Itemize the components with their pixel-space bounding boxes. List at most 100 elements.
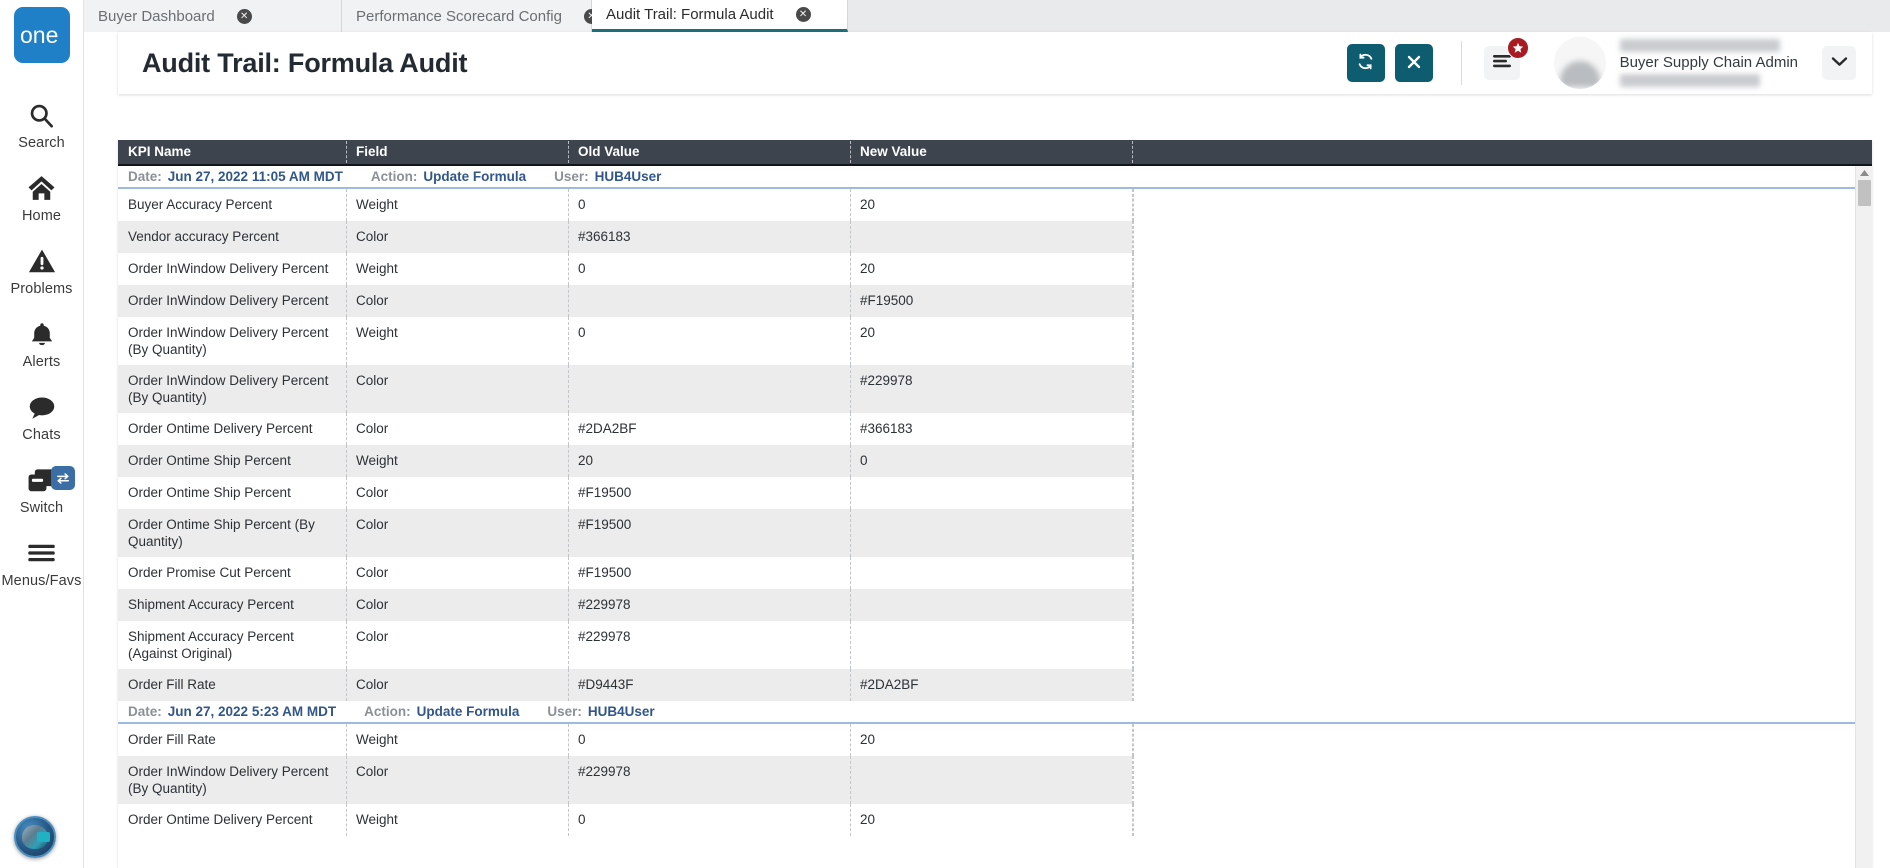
user-menu-dropdown-button[interactable] <box>1822 46 1856 80</box>
close-page-button[interactable] <box>1394 44 1433 82</box>
tab-label: Performance Scorecard Config <box>356 7 562 25</box>
tab-audit-trail-formula-audit[interactable]: Audit Trail: Formula Audit ✕ <box>592 0 848 32</box>
tab-buyer-dashboard[interactable]: Buyer Dashboard ✕ <box>84 0 342 32</box>
cell-new-value: 20 <box>850 804 1132 836</box>
table-row[interactable]: Vendor accuracy Percent Color #366183 <box>118 221 1872 253</box>
refresh-button[interactable] <box>1346 44 1385 82</box>
table-row[interactable]: Order InWindow Delivery Percent (By Quan… <box>118 756 1872 804</box>
browser-tab-strip: Buyer Dashboard ✕ Performance Scorecard … <box>84 0 1890 32</box>
sidebar-item-home[interactable]: Home <box>0 160 83 233</box>
cell-extra <box>1132 445 1872 477</box>
user-info-block[interactable]: Buyer Supply Chain Admin <box>1619 37 1798 89</box>
cell-extra <box>1132 317 1872 365</box>
sidebar-item-chats[interactable]: Chats <box>0 379 83 452</box>
cell-field: Weight <box>346 804 568 836</box>
sidebar-item-search[interactable]: Search <box>0 87 83 160</box>
cell-extra <box>1132 804 1872 836</box>
cell-kpi-name: Order Ontime Delivery Percent <box>128 812 313 827</box>
ai-assistant-orb-icon[interactable] <box>14 816 56 858</box>
table-row[interactable]: Order Ontime Delivery Percent Weight 0 20 <box>118 804 1872 836</box>
user-name-redacted <box>1619 39 1780 52</box>
table-row[interactable]: Order Fill Rate Color #D9443F #2DA2BF <box>118 669 1872 701</box>
close-circle-icon[interactable]: ✕ <box>236 8 252 24</box>
refresh-icon <box>1356 52 1375 74</box>
table-row[interactable]: Order InWindow Delivery Percent (By Quan… <box>118 365 1872 413</box>
table-row[interactable]: Order InWindow Delivery Percent Color #F19… <box>118 285 1872 317</box>
sidebar-label-alerts: Alerts <box>22 354 61 370</box>
column-header-new-value[interactable]: New Value <box>850 140 1132 165</box>
cell-extra <box>1132 189 1872 221</box>
sidebar-label-home: Home <box>21 208 62 224</box>
cell-extra <box>1132 253 1872 285</box>
table-row[interactable]: Shipment Accuracy Percent (Against Origi… <box>118 621 1872 669</box>
cell-extra <box>1132 589 1872 621</box>
cell-extra <box>1132 413 1872 445</box>
cell-field: Color <box>346 285 568 317</box>
table-row[interactable]: Shipment Accuracy Percent Color #229978 <box>118 589 1872 621</box>
cell-new-value: 0 <box>850 445 1132 477</box>
avatar[interactable] <box>1553 37 1606 89</box>
sidebar-nav-list: Search Home Problems Alerts Chats Switch… <box>0 87 83 598</box>
cell-extra <box>1132 621 1872 669</box>
cell-extra <box>1132 509 1872 557</box>
table-row[interactable]: Order Ontime Ship Percent Color #F19500 <box>118 477 1872 509</box>
table-row[interactable]: Order Promise Cut Percent Color #F19500 <box>118 557 1872 589</box>
cell-kpi-name: Order Fill Rate <box>128 732 216 747</box>
column-header-extra[interactable] <box>1132 140 1872 165</box>
cell-field: Color <box>346 589 568 621</box>
cell-kpi-name: Buyer Accuracy Percent <box>128 197 273 212</box>
table-row[interactable]: Order InWindow Delivery Percent (By Quan… <box>118 317 1872 365</box>
action-label: Action: <box>364 704 411 719</box>
table-row[interactable]: Order Ontime Ship Percent (By Quantity) C… <box>118 509 1872 557</box>
scroll-thumb[interactable] <box>1858 180 1871 206</box>
one-network-logo[interactable]: one <box>13 7 70 63</box>
cell-kpi-name: Order InWindow Delivery Percent <box>128 293 329 308</box>
user-label: User: <box>554 169 589 184</box>
table-row[interactable]: Order Ontime Delivery Percent Color #2DA2B… <box>118 413 1872 445</box>
table-row[interactable]: Buyer Accuracy Percent Weight 0 20 <box>118 189 1872 221</box>
left-sidebar: one Search Home Problems Alerts Chats Sw… <box>0 0 84 868</box>
sidebar-item-switch[interactable]: Switch <box>0 452 83 525</box>
cell-field: Weight <box>346 724 568 756</box>
cell-field: Color <box>346 221 568 253</box>
sidebar-item-alerts[interactable]: Alerts <box>0 306 83 379</box>
page-header: Audit Trail: Formula Audit Buyer Supply … <box>118 32 1872 94</box>
cell-field: Weight <box>346 253 568 285</box>
cell-new-value <box>850 509 1132 557</box>
column-header-field[interactable]: Field <box>346 140 568 165</box>
audit-group-header: Date: Jun 27, 2022 11:05 AM MDT Action: Upd… <box>118 166 1872 189</box>
cell-field: Color <box>346 557 568 589</box>
user-org-redacted <box>1619 74 1760 87</box>
cell-field: Color <box>346 365 568 413</box>
search-icon <box>28 98 55 132</box>
header-menu-button[interactable] <box>1483 37 1529 80</box>
date-value: Jun 27, 2022 5:23 AM MDT <box>167 704 337 719</box>
cell-new-value: 20 <box>850 724 1132 756</box>
vertical-scrollbar[interactable] <box>1855 166 1872 868</box>
sidebar-item-problems[interactable]: Problems <box>0 233 83 306</box>
tab-performance-scorecard-config[interactable]: Performance Scorecard Config ✕ <box>342 0 599 32</box>
cell-kpi-name: Order Ontime Ship Percent (By Quantity) <box>128 517 315 549</box>
cell-kpi-name: Order InWindow Delivery Percent (By Quan… <box>128 325 329 357</box>
date-label: Date: <box>128 704 162 719</box>
cell-kpi-name: Order InWindow Delivery Percent (By Quan… <box>128 373 329 405</box>
sidebar-item-menus-favs[interactable]: Menus/Favs <box>0 525 83 598</box>
cell-new-value: 20 <box>850 253 1132 285</box>
table-row[interactable]: Order Ontime Ship Percent Weight 20 0 <box>118 445 1872 477</box>
table-row[interactable]: Order Fill Rate Weight 0 20 <box>118 724 1872 756</box>
cell-old-value: 0 <box>568 804 850 836</box>
user-label: User: <box>547 704 582 719</box>
cell-old-value: 0 <box>568 317 850 365</box>
swap-arrows-icon[interactable] <box>51 466 75 490</box>
column-header-old-value[interactable]: Old Value <box>568 140 850 165</box>
chevron-down-icon <box>1831 54 1848 72</box>
column-header-kpi-name[interactable]: KPI Name <box>118 140 346 165</box>
cell-new-value <box>850 557 1132 589</box>
table-row[interactable]: Order InWindow Delivery Percent Weight 0 20 <box>118 253 1872 285</box>
cell-field: Color <box>346 756 568 804</box>
cell-old-value: #F19500 <box>568 557 850 589</box>
cell-old-value: 20 <box>568 445 850 477</box>
close-circle-icon[interactable]: ✕ <box>795 7 811 22</box>
date-label: Date: <box>128 169 162 184</box>
triangle-up-icon[interactable] <box>1856 166 1872 180</box>
